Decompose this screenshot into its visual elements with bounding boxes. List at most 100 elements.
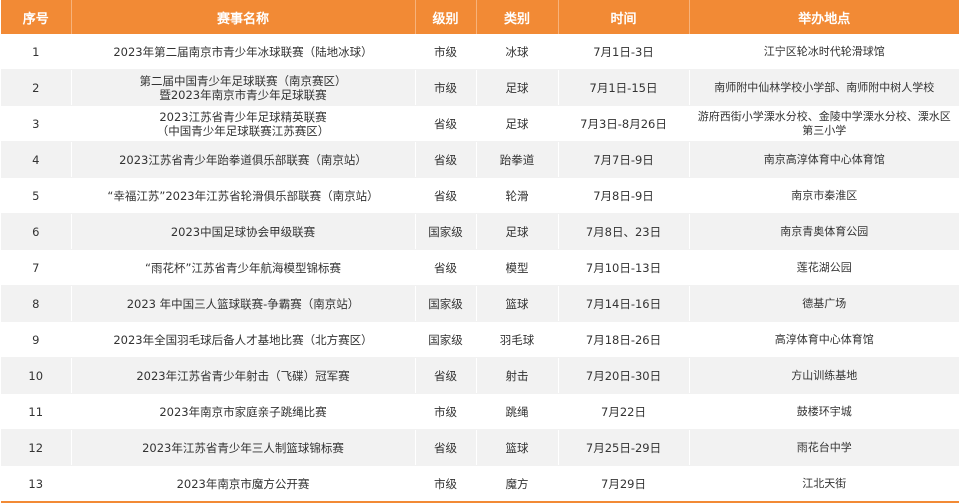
table-row: 5 “幸福江苏”2023年江苏省轮滑俱乐部联赛（南京站） 省级 轮滑 7月8日-9日 南京…	[1, 177, 959, 214]
cell-category: 射击	[476, 357, 559, 394]
cell-category: 跆拳道	[476, 141, 559, 178]
cell-time: 7月22日	[558, 393, 690, 430]
cell-time: 7月29日	[558, 465, 690, 503]
cell-level: 省级	[415, 105, 477, 142]
cell-venue: 莲花湖公园	[689, 249, 959, 286]
cell-time: 7月10日-13日	[558, 249, 690, 286]
cell-venue: 南京青奥体育公园	[689, 213, 959, 250]
cell-venue: 江宁区轮冰时代轮滑球馆	[689, 34, 959, 70]
cell-event-name: 2023年江苏省青少年射击（飞碟）冠军赛	[71, 357, 416, 394]
cell-time: 7月8日-9日	[558, 177, 690, 214]
cell-venue: 方山训练基地	[689, 357, 959, 394]
table-row: 4 2023江苏省青少年跆拳道俱乐部联赛（南京站） 省级 跆拳道 7月7日-9日 南京高淳…	[1, 141, 959, 178]
cell-level: 市级	[415, 465, 477, 503]
event-schedule-table: 序号 赛事名称 级别 类别 时间 举办地点 1 2023年第二届南京市青少年冰球联…	[1, 0, 959, 503]
cell-level: 国家级	[415, 321, 477, 358]
cell-event-name: 2023年南京市家庭亲子跳绳比赛	[71, 393, 416, 430]
header-index: 序号	[1, 0, 72, 34]
table-row: 12 2023年江苏省青少年三人制篮球锦标赛 省级 篮球 7月25日-29日 雨花台中学	[1, 429, 959, 466]
cell-level: 国家级	[415, 285, 477, 322]
cell-level: 市级	[415, 34, 477, 70]
cell-event-name: 2023江苏省青少年跆拳道俱乐部联赛（南京站）	[71, 141, 416, 178]
cell-index: 4	[1, 141, 72, 178]
cell-venue: 游府西街小学溧水分校、金陵中学溧水分校、溧水区第三小学	[689, 105, 959, 142]
cell-venue: 德基广场	[689, 285, 959, 322]
cell-event-name: 2023年全国羽毛球后备人才基地比赛（北方赛区）	[71, 321, 416, 358]
header-category: 类别	[476, 0, 559, 34]
cell-index: 5	[1, 177, 72, 214]
cell-event-name: 2023年第二届南京市青少年冰球联赛（陆地冰球）	[71, 34, 416, 70]
cell-time: 7月14日-16日	[558, 285, 690, 322]
cell-venue: 南师附中仙林学校小学部、南师附中树人学校	[689, 69, 959, 106]
cell-index: 6	[1, 213, 72, 250]
cell-level: 省级	[415, 177, 477, 214]
cell-event-name: 2023年南京市魔方公开赛	[71, 465, 416, 503]
table-row: 1 2023年第二届南京市青少年冰球联赛（陆地冰球） 市级 冰球 7月1日-3日 江宁区轮…	[1, 34, 959, 70]
cell-event-name: 第二届中国青少年足球联赛（南京赛区） 暨2023年南京市青少年足球联赛	[71, 69, 416, 106]
cell-event-name: “雨花杯”江苏省青少年航海模型锦标赛	[71, 249, 416, 286]
header-level: 级别	[415, 0, 477, 34]
table-body: 1 2023年第二届南京市青少年冰球联赛（陆地冰球） 市级 冰球 7月1日-3日 江宁区轮…	[1, 34, 959, 503]
cell-venue: 南京高淳体育中心体育馆	[689, 141, 959, 178]
cell-category: 羽毛球	[476, 321, 559, 358]
cell-index: 7	[1, 249, 72, 286]
cell-time: 7月7日-9日	[558, 141, 690, 178]
table-row: 13 2023年南京市魔方公开赛 市级 魔方 7月29日 江北天街	[1, 465, 959, 503]
cell-event-name: 2023中国足球协会甲级联赛	[71, 213, 416, 250]
cell-level: 省级	[415, 141, 477, 178]
table-row: 7 “雨花杯”江苏省青少年航海模型锦标赛 省级 模型 7月10日-13日 莲花湖公园	[1, 249, 959, 286]
header-venue: 举办地点	[689, 0, 959, 34]
cell-index: 1	[1, 34, 72, 70]
cell-level: 省级	[415, 357, 477, 394]
header-time: 时间	[558, 0, 690, 34]
cell-category: 魔方	[476, 465, 559, 503]
cell-event-name: 2023江苏省青少年足球精英联赛 （中国青少年足球联赛江苏赛区）	[71, 105, 416, 142]
cell-index: 12	[1, 429, 72, 466]
cell-category: 轮滑	[476, 177, 559, 214]
cell-venue: 江北天街	[689, 465, 959, 503]
cell-level: 省级	[415, 249, 477, 286]
cell-venue: 雨花台中学	[689, 429, 959, 466]
cell-category: 模型	[476, 249, 559, 286]
cell-time: 7月20日-30日	[558, 357, 690, 394]
cell-category: 足球	[476, 213, 559, 250]
header-event-name: 赛事名称	[71, 0, 416, 34]
table-row: 10 2023年江苏省青少年射击（飞碟）冠军赛 省级 射击 7月20日-30日 方山训练基…	[1, 357, 959, 394]
table-row: 9 2023年全国羽毛球后备人才基地比赛（北方赛区） 国家级 羽毛球 7月18日-26日…	[1, 321, 959, 358]
cell-time: 7月1日-3日	[558, 34, 690, 70]
table-row: 6 2023中国足球协会甲级联赛 国家级 足球 7月8日、23日 南京青奥体育公园	[1, 213, 959, 250]
table-row: 3 2023江苏省青少年足球精英联赛 （中国青少年足球联赛江苏赛区） 省级 足球 7月3日…	[1, 105, 959, 142]
cell-time: 7月18日-26日	[558, 321, 690, 358]
cell-venue: 鼓楼环宇城	[689, 393, 959, 430]
cell-event-name: 2023 年中国三人篮球联赛-争霸赛（南京站）	[71, 285, 416, 322]
cell-event-name: 2023年江苏省青少年三人制篮球锦标赛	[71, 429, 416, 466]
cell-time: 7月8日、23日	[558, 213, 690, 250]
cell-index: 11	[1, 393, 72, 430]
table-row: 2 第二届中国青少年足球联赛（南京赛区） 暨2023年南京市青少年足球联赛 市级 足球 7…	[1, 69, 959, 106]
cell-time: 7月3日-8月26日	[558, 105, 690, 142]
cell-event-name: “幸福江苏”2023年江苏省轮滑俱乐部联赛（南京站）	[71, 177, 416, 214]
cell-category: 冰球	[476, 34, 559, 70]
cell-time: 7月25日-29日	[558, 429, 690, 466]
cell-venue: 高淳体育中心体育馆	[689, 321, 959, 358]
cell-category: 足球	[476, 69, 559, 106]
table-header-row: 序号 赛事名称 级别 类别 时间 举办地点	[1, 0, 959, 34]
cell-index: 2	[1, 69, 72, 106]
cell-level: 国家级	[415, 213, 477, 250]
cell-level: 省级	[415, 429, 477, 466]
cell-index: 10	[1, 357, 72, 394]
cell-index: 13	[1, 465, 72, 503]
cell-category: 足球	[476, 105, 559, 142]
cell-index: 9	[1, 321, 72, 358]
table-row: 8 2023 年中国三人篮球联赛-争霸赛（南京站） 国家级 篮球 7月14日-16日 德基…	[1, 285, 959, 322]
table-row: 11 2023年南京市家庭亲子跳绳比赛 市级 跳绳 7月22日 鼓楼环宇城	[1, 393, 959, 430]
cell-level: 市级	[415, 69, 477, 106]
cell-time: 7月1日-15日	[558, 69, 690, 106]
cell-venue: 南京市秦淮区	[689, 177, 959, 214]
cell-index: 8	[1, 285, 72, 322]
cell-level: 市级	[415, 393, 477, 430]
event-table-container: 序号 赛事名称 级别 类别 时间 举办地点 1 2023年第二届南京市青少年冰球联…	[0, 0, 960, 503]
cell-category: 篮球	[476, 285, 559, 322]
cell-index: 3	[1, 105, 72, 142]
cell-category: 跳绳	[476, 393, 559, 430]
